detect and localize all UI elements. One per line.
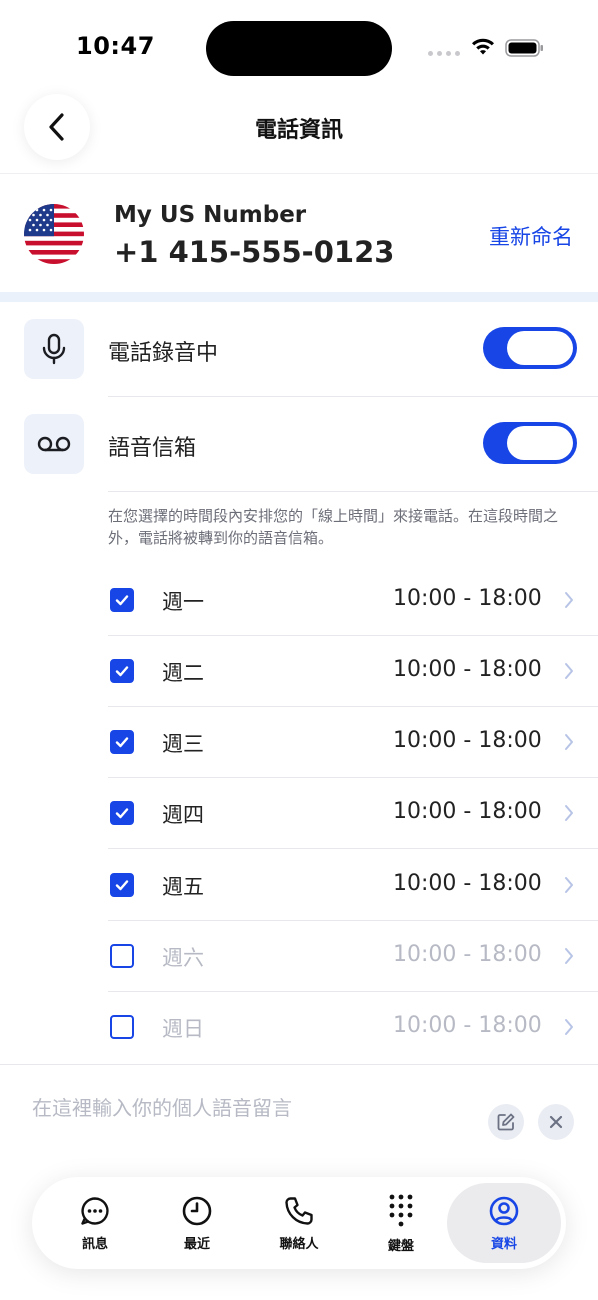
voicemail-setting-row: 語音信箱 xyxy=(0,397,598,491)
chevron-right-icon xyxy=(565,948,573,964)
close-icon xyxy=(549,1115,563,1129)
day-checkbox[interactable] xyxy=(110,730,134,754)
chevron-right-icon xyxy=(565,663,573,679)
voicemail-label: 語音信箱 xyxy=(108,436,197,461)
page-title: 電話資訊 xyxy=(254,118,343,143)
toggle-knob xyxy=(507,426,573,460)
number-name: My US Number xyxy=(114,202,307,228)
tab-contacts[interactable]: 聯絡人 xyxy=(249,1177,349,1269)
day-row-sat[interactable]: 週六 10:00 - 18:00 xyxy=(108,921,598,992)
clock-icon xyxy=(182,1196,212,1225)
row-divider xyxy=(108,491,598,492)
day-time-range: 10:00 - 18:00 xyxy=(393,799,542,824)
day-time-range: 10:00 - 18:00 xyxy=(393,942,542,967)
dynamic-island xyxy=(206,21,392,76)
row-divider xyxy=(108,848,598,849)
checkmark-icon xyxy=(115,880,129,891)
checkmark-icon xyxy=(115,808,129,819)
wifi-icon xyxy=(472,38,494,55)
phone-icon xyxy=(285,1196,313,1225)
checkmark-icon xyxy=(115,595,129,606)
day-row-wed[interactable]: 週三 10:00 - 18:00 xyxy=(108,707,598,778)
day-checkbox[interactable] xyxy=(110,659,134,683)
tab-recents[interactable]: 最近 xyxy=(147,1177,247,1269)
status-bar: 10:47 xyxy=(0,0,598,90)
tab-messages[interactable]: 訊息 xyxy=(45,1177,145,1269)
section-separator xyxy=(0,292,598,302)
tab-label: 聯絡人 xyxy=(279,1236,319,1252)
message-bubble-icon xyxy=(81,1196,109,1225)
clear-button[interactable] xyxy=(538,1104,574,1140)
day-time-range: 10:00 - 18:00 xyxy=(393,586,542,611)
day-time-range: 10:00 - 18:00 xyxy=(393,1013,542,1038)
day-name: 週四 xyxy=(162,803,204,827)
day-row-mon[interactable]: 週一 10:00 - 18:00 xyxy=(108,565,598,636)
checkmark-icon xyxy=(115,737,129,748)
day-checkbox[interactable] xyxy=(110,873,134,897)
day-checkbox[interactable] xyxy=(110,801,134,825)
chevron-right-icon xyxy=(565,592,573,608)
day-checkbox[interactable] xyxy=(110,944,134,968)
voicemail-icon xyxy=(24,414,84,474)
day-row-tue[interactable]: 週二 10:00 - 18:00 xyxy=(108,636,598,707)
rename-button[interactable]: 重新命名 xyxy=(489,221,573,251)
tab-label: 訊息 xyxy=(81,1236,108,1252)
chevron-right-icon xyxy=(565,734,573,750)
recording-setting-row: 電話錄音中 xyxy=(0,302,598,396)
recording-label: 電話錄音中 xyxy=(108,341,219,366)
chevron-right-icon xyxy=(565,877,573,893)
profile-icon xyxy=(489,1196,519,1225)
day-row-fri[interactable]: 週五 10:00 - 18:00 xyxy=(108,850,598,921)
schedule-description: 在您選擇的時間段內安排您的「線上時間」來接電話。在這段時間之外，電話將被轉到你的… xyxy=(108,507,559,547)
day-checkbox[interactable] xyxy=(110,588,134,612)
day-row-sun[interactable]: 週日 10:00 - 18:00 xyxy=(108,992,598,1063)
chevron-right-icon xyxy=(565,1019,573,1035)
voice-greeting-input[interactable]: 在這裡輸入你的個人語音留言 xyxy=(32,1092,472,1121)
keypad-icon xyxy=(389,1194,413,1226)
day-time-range: 10:00 - 18:00 xyxy=(393,657,542,682)
edit-icon xyxy=(497,1113,515,1131)
chevron-right-icon xyxy=(565,805,573,821)
day-name: 週日 xyxy=(162,1017,204,1041)
tab-label: 最近 xyxy=(183,1236,210,1252)
phone-number: +1 415-555-0123 xyxy=(114,235,395,269)
tab-label: 鍵盤 xyxy=(387,1238,414,1254)
day-checkbox[interactable] xyxy=(110,1015,134,1039)
status-time: 10:47 xyxy=(76,32,155,60)
battery-icon xyxy=(505,39,543,57)
header: 電話資訊 xyxy=(0,90,598,174)
tab-profile[interactable]: 資料 xyxy=(447,1183,561,1263)
voicemail-toggle[interactable] xyxy=(483,422,577,464)
number-card: My US Number +1 415-555-0123 重新命名 xyxy=(0,174,598,292)
day-name: 週三 xyxy=(162,732,204,756)
toggle-knob xyxy=(507,331,573,365)
us-flag-icon xyxy=(24,204,84,264)
day-time-range: 10:00 - 18:00 xyxy=(393,728,542,753)
tab-label: 資料 xyxy=(490,1236,517,1252)
day-name: 週五 xyxy=(162,875,204,899)
cellular-signal-icon xyxy=(428,51,460,56)
edit-button[interactable] xyxy=(488,1104,524,1140)
day-name: 週二 xyxy=(162,661,204,685)
recording-toggle[interactable] xyxy=(483,327,577,369)
day-row-thu[interactable]: 週四 10:00 - 18:00 xyxy=(108,778,598,849)
day-time-range: 10:00 - 18:00 xyxy=(393,871,542,896)
day-name: 週一 xyxy=(162,590,204,614)
section-divider xyxy=(0,1064,598,1065)
checkmark-icon xyxy=(115,666,129,677)
tab-bar: 訊息 最近 聯絡人 鍵盤 資料 xyxy=(32,1177,566,1269)
microphone-icon xyxy=(24,319,84,379)
tab-keypad[interactable]: 鍵盤 xyxy=(351,1177,451,1269)
day-name: 週六 xyxy=(162,946,204,970)
